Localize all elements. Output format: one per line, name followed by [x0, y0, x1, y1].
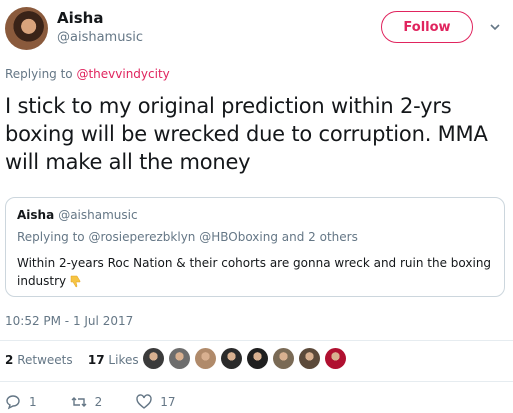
liker-avatar[interactable] — [325, 348, 346, 369]
liker-avatar[interactable] — [221, 348, 242, 369]
divider — [0, 340, 513, 341]
quoted-author-handle: @aishamusic — [58, 208, 138, 222]
author-name[interactable]: Aisha — [57, 9, 103, 27]
retweets-label[interactable]: Retweets — [17, 353, 72, 367]
quoted-text-block: Within 2-years Roc Nation & their cohort… — [17, 254, 497, 290]
quoted-text: Within 2-years Roc Nation & their cohort… — [17, 256, 492, 288]
retweet-button[interactable]: 2 — [71, 394, 103, 410]
author-handle[interactable]: @aishamusic — [57, 30, 143, 45]
likes-label[interactable]: Likes — [108, 353, 138, 367]
liker-avatar[interactable] — [143, 348, 164, 369]
replying-to: Replying to @thevvindycity — [5, 67, 170, 81]
quoted-author: Aisha @aishamusic — [17, 208, 138, 222]
quoted-tweet[interactable]: Aisha @aishamusic Replying to @rosieperez… — [5, 197, 505, 297]
action-bar: 1 2 17 — [5, 394, 210, 410]
thumbs-down-emoji-icon — [70, 275, 81, 288]
liker-avatar[interactable] — [169, 348, 190, 369]
replying-prefix: Replying to — [5, 67, 77, 81]
liker-avatar[interactable] — [195, 348, 216, 369]
timestamp[interactable]: 10:52 PM - 1 Jul 2017 — [5, 314, 133, 328]
engagement-stats: 2 Retweets 17 Likes — [5, 353, 139, 367]
quoted-author-name: Aisha — [17, 208, 55, 222]
likers-avatars — [143, 348, 351, 369]
liker-avatar[interactable] — [247, 348, 268, 369]
chevron-down-icon[interactable] — [488, 20, 502, 34]
retweet-count: 2 — [94, 395, 103, 409]
divider — [0, 381, 513, 382]
heart-icon — [136, 394, 152, 409]
avatar[interactable] — [5, 7, 48, 50]
like-count: 17 — [160, 395, 176, 409]
like-button[interactable]: 17 — [136, 394, 176, 410]
retweets-count[interactable]: 2 — [5, 353, 13, 367]
follow-button[interactable]: Follow — [381, 11, 473, 43]
reply-icon — [6, 395, 20, 410]
liker-avatar[interactable] — [273, 348, 294, 369]
liker-avatar[interactable] — [299, 348, 320, 369]
retweet-icon — [71, 397, 87, 407]
quoted-replying-to: Replying to @rosieperezbklyn @HBOboxing … — [17, 230, 358, 244]
reply-count: 1 — [29, 395, 37, 409]
tweet-text: I stick to my original prediction within… — [5, 94, 488, 174]
likes-count[interactable]: 17 — [88, 353, 105, 367]
reply-button[interactable]: 1 — [5, 394, 37, 410]
replying-mention[interactable]: @thevvindycity — [76, 67, 169, 81]
